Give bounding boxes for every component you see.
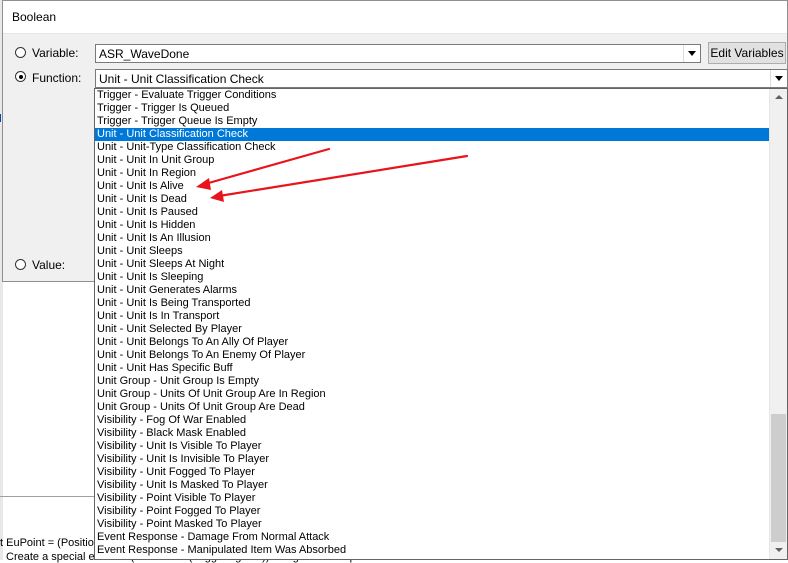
dropdown-option[interactable]: Visibility - Black Mask Enabled xyxy=(95,427,771,440)
background-divider xyxy=(0,496,96,497)
value-label: Value: xyxy=(32,258,66,272)
dropdown-option[interactable]: Event Response - Damage From Normal Atta… xyxy=(95,531,771,544)
dropdown-option[interactable]: Visibility - Unit Fogged To Player xyxy=(95,466,771,479)
function-select-value: Unit - Unit Classification Check xyxy=(99,72,264,86)
dropdown-option[interactable]: Unit - Unit Selected By Player xyxy=(95,323,771,336)
dropdown-option[interactable]: Unit Group - Units Of Unit Group Are In … xyxy=(95,388,771,401)
dropdown-option[interactable]: Unit - Unit Classification Check xyxy=(95,128,771,141)
function-select[interactable]: Unit - Unit Classification Check xyxy=(95,69,788,88)
scrollbar-thumb[interactable] xyxy=(771,414,786,542)
dropdown-option[interactable]: Trigger - Trigger Queue Is Empty xyxy=(95,115,771,128)
dropdown-option[interactable]: Unit - Unit In Region xyxy=(95,167,771,180)
dropdown-scrollbar[interactable] xyxy=(769,89,787,559)
value-radio[interactable] xyxy=(15,259,26,270)
dropdown-option[interactable]: Visibility - Point Masked To Player xyxy=(95,518,771,531)
chevron-down-icon[interactable] xyxy=(770,70,787,87)
dropdown-option[interactable]: Unit - Unit Belongs To An Ally Of Player xyxy=(95,336,771,349)
dropdown-option[interactable]: Unit - Unit Is Alive xyxy=(95,180,771,193)
dropdown-option[interactable]: Trigger - Evaluate Trigger Conditions xyxy=(95,89,771,102)
dropdown-option[interactable]: Visibility - Fog Of War Enabled xyxy=(95,414,771,427)
dropdown-option[interactable]: Unit Group - Units Of Unit Group Are Dea… xyxy=(95,401,771,414)
function-options: Trigger - Evaluate Trigger Conditions Tri… xyxy=(95,89,771,557)
dropdown-option[interactable]: Unit - Unit Is In Transport xyxy=(95,310,771,323)
dropdown-option[interactable]: Unit - Unit Generates Alarms xyxy=(95,284,771,297)
function-dropdown-list[interactable]: Trigger - Evaluate Trigger Conditions Tri… xyxy=(94,88,788,560)
scroll-up-icon[interactable] xyxy=(770,89,787,106)
dropdown-option[interactable]: Unit - Unit Is Paused xyxy=(95,206,771,219)
dropdown-option[interactable]: Visibility - Unit Is Visible To Player xyxy=(95,440,771,453)
dropdown-option[interactable]: Unit - Unit In Unit Group xyxy=(95,154,771,167)
dropdown-option[interactable]: Unit - Unit Is Being Transported xyxy=(95,297,771,310)
chevron-down-icon[interactable] xyxy=(683,45,700,62)
background-trigger-line-1: t EuPoint = (Position xyxy=(0,537,100,549)
dropdown-option[interactable]: Unit Group - Unit Group Is Empty xyxy=(95,375,771,388)
dialog-titlebar[interactable]: Boolean xyxy=(3,1,787,34)
variable-radio[interactable] xyxy=(15,47,26,58)
dropdown-option[interactable]: Visibility - Unit Is Masked To Player xyxy=(95,479,771,492)
dropdown-option[interactable]: Visibility - Point Visible To Player xyxy=(95,492,771,505)
dropdown-option[interactable]: Trigger - Trigger Is Queued xyxy=(95,102,771,115)
dropdown-option[interactable]: Unit - Unit Has Specific Buff xyxy=(95,362,771,375)
function-radio[interactable] xyxy=(15,71,26,82)
dropdown-option[interactable]: Unit - Unit Is Dead xyxy=(95,193,771,206)
dialog-title: Boolean xyxy=(12,10,57,24)
variable-select[interactable]: ASR_WaveDone xyxy=(95,44,701,63)
variable-select-value: ASR_WaveDone xyxy=(99,47,190,61)
dropdown-option[interactable]: Event Response - Manipulated Item Was Ab… xyxy=(95,544,771,557)
dropdown-option[interactable]: Unit - Unit-Type Classification Check xyxy=(95,141,771,154)
edit-variables-button[interactable]: Edit Variables xyxy=(708,42,786,64)
dropdown-option[interactable]: Unit - Unit Sleeps At Night xyxy=(95,258,771,271)
dropdown-option[interactable]: Unit - Unit Is Hidden xyxy=(95,219,771,232)
dropdown-option[interactable]: Unit - Unit Sleeps xyxy=(95,245,771,258)
function-label: Function: xyxy=(32,71,82,85)
dropdown-option[interactable]: Visibility - Unit Is Invisible To Player xyxy=(95,453,771,466)
dropdown-option[interactable]: Visibility - Point Fogged To Player xyxy=(95,505,771,518)
dropdown-option[interactable]: Unit - Unit Belongs To An Enemy Of Playe… xyxy=(95,349,771,362)
variable-label: Variable: xyxy=(32,46,79,60)
scroll-down-icon[interactable] xyxy=(770,542,787,559)
dropdown-option[interactable]: Unit - Unit Is Sleeping xyxy=(95,271,771,284)
dropdown-option[interactable]: Unit - Unit Is An Illusion xyxy=(95,232,771,245)
